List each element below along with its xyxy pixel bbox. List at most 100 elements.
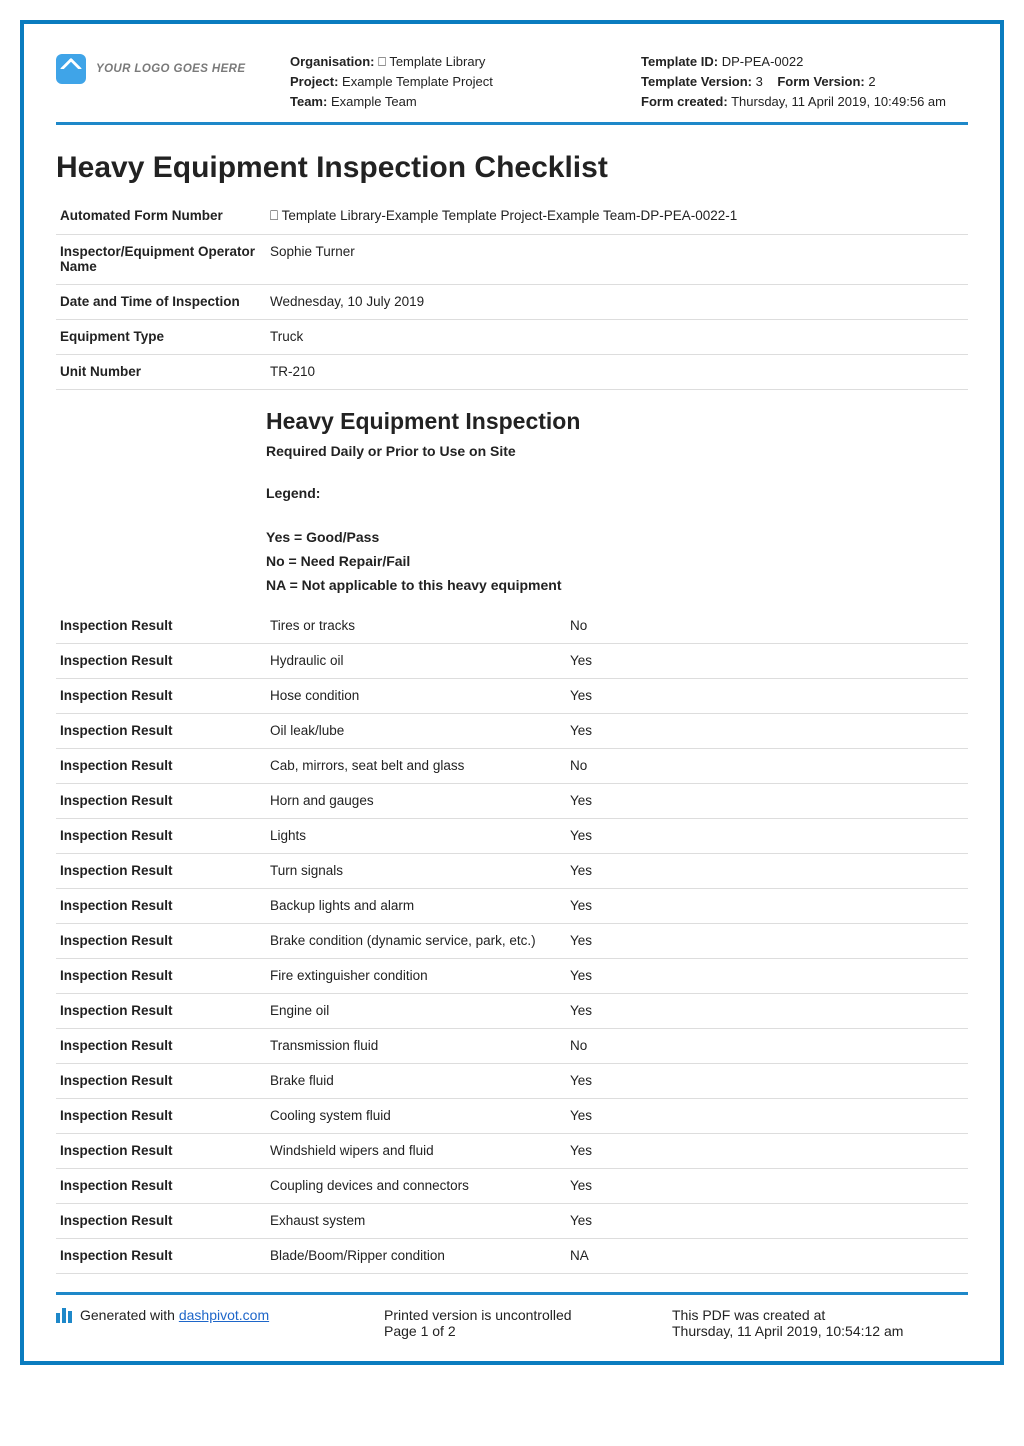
result-row: Inspection ResultCooling system fluidYes: [56, 1099, 968, 1134]
result-value: Yes: [566, 1134, 968, 1169]
result-item: Hose condition: [266, 679, 566, 714]
info-label: Equipment Type: [56, 320, 266, 355]
result-item: Cab, mirrors, seat belt and glass: [266, 749, 566, 784]
result-row: Inspection ResultBrake condition (dynami…: [56, 924, 968, 959]
team-value: Example Team: [331, 94, 417, 109]
info-row: Unit NumberTR-210: [56, 355, 968, 390]
form-created-label: Form created:: [641, 94, 728, 109]
template-version-value: 3: [756, 74, 763, 89]
header-meta-right: Template ID: DP-PEA-0022 Template Versio…: [641, 52, 968, 112]
result-row: Inspection ResultBlade/Boom/Ripper condi…: [56, 1239, 968, 1274]
form-version-label: Form Version:: [777, 74, 864, 89]
result-label: Inspection Result: [56, 679, 266, 714]
info-row: Inspector/Equipment Operator NameSophie …: [56, 235, 968, 285]
result-label: Inspection Result: [56, 714, 266, 749]
result-row: Inspection ResultWindshield wipers and f…: [56, 1134, 968, 1169]
result-value: Yes: [566, 889, 968, 924]
footer: Generated with dashpivot.com Printed ver…: [56, 1292, 968, 1339]
result-row: Inspection ResultLightsYes: [56, 819, 968, 854]
result-item: Tires or tracks: [266, 609, 566, 644]
result-label: Inspection Result: [56, 994, 266, 1029]
result-value: Yes: [566, 1099, 968, 1134]
result-value: Yes: [566, 854, 968, 889]
info-label: Inspector/Equipment Operator Name: [56, 235, 266, 285]
page-title: Heavy Equipment Inspection Checklist: [56, 151, 968, 185]
result-row: Inspection ResultTires or tracksNo: [56, 609, 968, 644]
section-heading: Heavy Equipment Inspection: [266, 408, 968, 435]
org-value: ⎕ Template Library: [378, 54, 485, 69]
result-label: Inspection Result: [56, 819, 266, 854]
info-row: Equipment TypeTruck: [56, 320, 968, 355]
result-label: Inspection Result: [56, 854, 266, 889]
form-created-value: Thursday, 11 April 2019, 10:49:56 am: [731, 94, 946, 109]
result-row: Inspection ResultHose conditionYes: [56, 679, 968, 714]
result-row: Inspection ResultTransmission fluidNo: [56, 1029, 968, 1064]
result-item: Brake fluid: [266, 1064, 566, 1099]
result-value: Yes: [566, 784, 968, 819]
dashpivot-link[interactable]: dashpivot.com: [179, 1307, 269, 1323]
team-label: Team:: [290, 94, 327, 109]
template-version-label: Template Version:: [641, 74, 752, 89]
footer-generated: Generated with dashpivot.com: [56, 1307, 356, 1323]
template-id-value: DP-PEA-0022: [722, 54, 804, 69]
info-value: Wednesday, 10 July 2019: [266, 285, 968, 320]
result-label: Inspection Result: [56, 644, 266, 679]
legend-line: Yes = Good/Pass: [266, 529, 968, 545]
document-page: YOUR LOGO GOES HERE Organisation: ⎕ Temp…: [20, 20, 1004, 1365]
result-item: Fire extinguisher condition: [266, 959, 566, 994]
result-value: Yes: [566, 1204, 968, 1239]
result-label: Inspection Result: [56, 609, 266, 644]
result-row: Inspection ResultTurn signalsYes: [56, 854, 968, 889]
info-label: Date and Time of Inspection: [56, 285, 266, 320]
legend-line: No = Need Repair/Fail: [266, 553, 968, 569]
result-label: Inspection Result: [56, 1029, 266, 1064]
result-value: Yes: [566, 714, 968, 749]
info-value: ⎕ Template Library-Example Template Proj…: [266, 199, 968, 235]
header: YOUR LOGO GOES HERE Organisation: ⎕ Temp…: [56, 52, 968, 125]
result-label: Inspection Result: [56, 1134, 266, 1169]
result-item: Backup lights and alarm: [266, 889, 566, 924]
result-value: Yes: [566, 994, 968, 1029]
result-label: Inspection Result: [56, 959, 266, 994]
form-version-value: 2: [868, 74, 875, 89]
legend-line: NA = Not applicable to this heavy equipm…: [266, 577, 968, 593]
result-value: No: [566, 1029, 968, 1064]
result-row: Inspection ResultCoupling devices and co…: [56, 1169, 968, 1204]
result-item: Engine oil: [266, 994, 566, 1029]
result-label: Inspection Result: [56, 1239, 266, 1274]
result-row: Inspection ResultBackup lights and alarm…: [56, 889, 968, 924]
header-meta-left: Organisation: ⎕ Template Library Project…: [290, 52, 617, 112]
logo-placeholder-text: YOUR LOGO GOES HERE: [96, 63, 245, 75]
result-row: Inspection ResultBrake fluidYes: [56, 1064, 968, 1099]
generated-prefix: Generated with: [80, 1307, 179, 1323]
result-value: Yes: [566, 924, 968, 959]
org-label: Organisation:: [290, 54, 375, 69]
result-value: No: [566, 609, 968, 644]
result-value: Yes: [566, 679, 968, 714]
result-value: Yes: [566, 819, 968, 854]
result-item: Exhaust system: [266, 1204, 566, 1239]
result-value: Yes: [566, 1169, 968, 1204]
result-row: Inspection ResultEngine oilYes: [56, 994, 968, 1029]
result-value: NA: [566, 1239, 968, 1274]
printed-uncontrolled: Printed version is uncontrolled: [384, 1307, 644, 1323]
result-item: Horn and gauges: [266, 784, 566, 819]
footer-created: This PDF was created at Thursday, 11 Apr…: [672, 1307, 968, 1339]
result-value: Yes: [566, 644, 968, 679]
page-number: Page 1 of 2: [384, 1323, 644, 1339]
logo-block: YOUR LOGO GOES HERE: [56, 52, 266, 84]
result-item: Blade/Boom/Ripper condition: [266, 1239, 566, 1274]
info-table: Automated Form Number⎕ Template Library-…: [56, 199, 968, 390]
section-block: Heavy Equipment Inspection Required Dail…: [56, 408, 968, 593]
result-row: Inspection ResultFire extinguisher condi…: [56, 959, 968, 994]
result-item: Brake condition (dynamic service, park, …: [266, 924, 566, 959]
result-value: Yes: [566, 959, 968, 994]
result-item: Coupling devices and connectors: [266, 1169, 566, 1204]
result-item: Hydraulic oil: [266, 644, 566, 679]
bars-icon: [56, 1308, 72, 1323]
result-row: Inspection ResultOil leak/lubeYes: [56, 714, 968, 749]
legend-block: Legend: Yes = Good/PassNo = Need Repair/…: [266, 485, 968, 593]
info-row: Date and Time of InspectionWednesday, 10…: [56, 285, 968, 320]
info-label: Unit Number: [56, 355, 266, 390]
info-value: Truck: [266, 320, 968, 355]
